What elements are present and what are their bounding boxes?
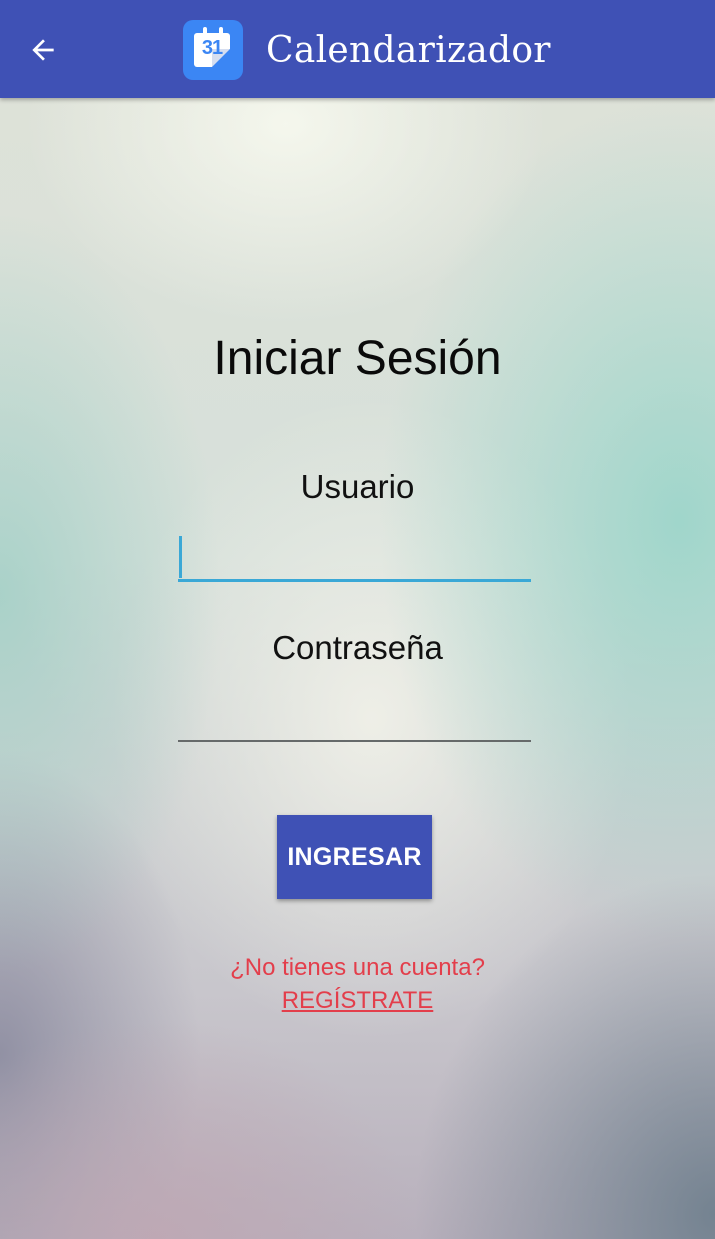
signup-link[interactable]: REGÍSTRATE [0,986,715,1016]
password-label: Contraseña [272,629,443,666]
calendar-day-number: 31 [201,37,223,59]
signup-prompt: ¿No tienes una cuenta? [230,954,485,981]
calendar-icon: 31 [183,20,243,80]
username-label: Usuario [300,468,415,505]
password-input[interactable] [178,692,531,742]
app-title: Calendarizador [266,30,551,71]
login-heading: Iniciar Sesión [213,332,502,385]
text-cursor [179,536,182,578]
username-input[interactable] [178,532,531,582]
calendar-ring-right [219,27,223,37]
login-button[interactable]: INGRESAR [277,815,432,899]
arrow-left-icon [32,39,54,61]
back-button[interactable] [20,27,66,73]
app-bar: 31 Calendarizador [0,0,715,98]
calendar-ring-left [203,27,207,37]
